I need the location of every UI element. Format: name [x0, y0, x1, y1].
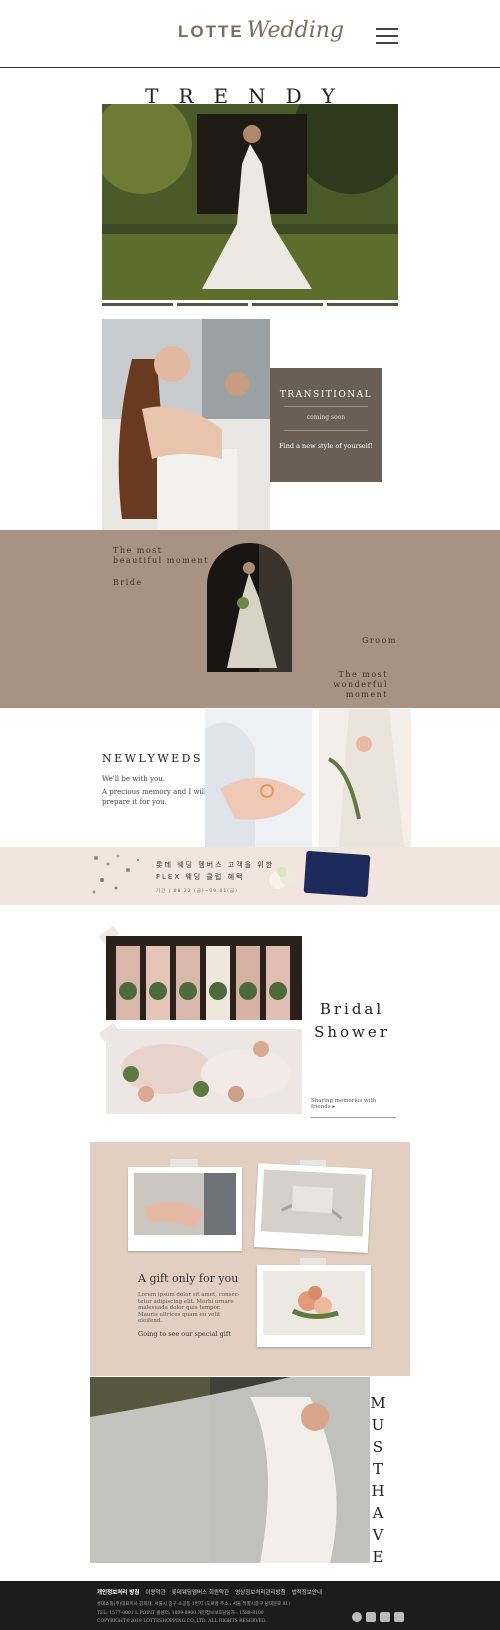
- footer-tel: TEL: 1577-0001 L.POINT 콜센터: 1899-8900 개인…: [97, 1611, 264, 1616]
- tape-decoration: [170, 1159, 198, 1167]
- bridal-shower-link[interactable]: Sharing memories with friends ▸: [311, 1098, 396, 1118]
- gift-description: Lorem ipsum dolor sit amet, consec-tetur…: [138, 1292, 240, 1324]
- gift-cta-link[interactable]: Going to see our special gift: [138, 1330, 231, 1338]
- transitional-cta-link[interactable]: Find a new style of yourself!: [270, 442, 382, 450]
- logo-brand: LOTTE: [178, 22, 244, 41]
- flex-wedding-club-banner[interactable]: [0, 847, 500, 905]
- rings-polaroid: [128, 1167, 242, 1251]
- moment-right-line2: wonderful moment: [333, 680, 388, 699]
- gift-box-photo: [260, 1169, 366, 1237]
- newlyweds-title: NEWLYWEDS: [102, 752, 204, 765]
- flex-banner-line1: 롯데 웨딩 멤버스 고객을 위한: [156, 861, 275, 869]
- moment-right-line1: The most: [338, 670, 388, 679]
- confetti-decoration: [88, 850, 148, 900]
- footer-link-member-terms[interactable]: 롯데웨딩멤버스 회원약관: [172, 1588, 229, 1596]
- membership-card-icon: [303, 850, 371, 898]
- rings-photo: [134, 1173, 236, 1235]
- newlyweds-line2: A precious memory and I will prepare it …: [102, 788, 207, 806]
- bridal-shower-title-line2: Shower: [314, 1023, 390, 1041]
- must-have-title: MUSTHAVE: [370, 1394, 386, 1566]
- gift-title: A gift only for you: [138, 1272, 239, 1285]
- bride-label: Bride: [113, 578, 143, 587]
- trendy-title: TRENDY: [145, 84, 355, 108]
- footer-link-cctv-policy[interactable]: 영상정보처리관리방침: [235, 1588, 286, 1596]
- moment-left-line2: beautiful moment: [113, 556, 209, 565]
- footer-link-privacy[interactable]: 개인정보처리 방침: [97, 1588, 139, 1596]
- transitional-bride-photo: [102, 319, 270, 530]
- facebook-icon[interactable]: [380, 1612, 390, 1622]
- trendy-bride-photo: [102, 104, 398, 300]
- footer-copyright: COPYRIGHT©2019 LOTTESHOPPING.CO.,LTD. AL…: [97, 1619, 267, 1624]
- bridesmaids-photo: [106, 936, 302, 1020]
- footer-links: 개인정보처리 방침 이용약관 롯데웨딩멤버스 회원약관 영상정보처리관리방침 법…: [97, 1588, 322, 1596]
- flower-decoration: [266, 866, 300, 892]
- bouquet-polaroid: [257, 1265, 371, 1347]
- flex-banner-period: 기간 | 08.22 (금)~09.01(금): [156, 889, 238, 894]
- divider-bottom: [284, 430, 368, 431]
- app-icon[interactable]: [394, 1612, 404, 1622]
- must-have-veil-photo: [90, 1377, 370, 1563]
- bridal-shower-title: Bridal Shower: [312, 998, 392, 1044]
- bouquet-dress-photo: [319, 709, 411, 847]
- rings-hands-photo: [205, 709, 312, 847]
- bride-arch-photo: [207, 543, 292, 672]
- lotte-wedding-logo[interactable]: LOTTE Wedding: [178, 18, 344, 50]
- transitional-title: TRANSITIONAL: [279, 390, 373, 400]
- gift-box-polaroid: [253, 1163, 373, 1253]
- bridal-party-lying-photo: [106, 1029, 302, 1114]
- newlyweds-text: We'll be with you. A precious memory and…: [102, 774, 212, 807]
- instagram-icon[interactable]: [366, 1612, 376, 1622]
- transitional-box: TRANSITIONAL coming soon Find a new styl…: [270, 368, 382, 482]
- groom-label: Groom: [362, 636, 397, 645]
- moment-left-line1: The most: [113, 546, 163, 555]
- moment-right-text: The most wonderful moment: [298, 670, 388, 700]
- logo-word: Wedding: [246, 18, 345, 43]
- flex-banner-line2: FLEX 웨딩 클럽 혜택: [156, 873, 245, 881]
- newlyweds-line1: We'll be with you.: [102, 775, 165, 783]
- trendy-slider-indicators[interactable]: [102, 303, 398, 306]
- divider-top: [284, 406, 368, 407]
- bridal-shower-title-line1: Bridal: [319, 1000, 385, 1018]
- transitional-subtitle: coming soon: [306, 414, 346, 421]
- footer-link-legal[interactable]: 법적정보안내: [292, 1588, 322, 1596]
- moment-left-text: The most beautiful moment: [113, 546, 209, 566]
- talk-icon[interactable]: [352, 1612, 362, 1622]
- footer-address: 롯데쇼핑(주)대표이사 강희태, 서울시 중구 소공동 1번지 (도로명 주소 …: [97, 1602, 291, 1607]
- footer-link-terms[interactable]: 이용약관: [145, 1588, 165, 1596]
- bouquet-photo: [263, 1271, 365, 1335]
- hamburger-menu-icon[interactable]: [376, 28, 398, 44]
